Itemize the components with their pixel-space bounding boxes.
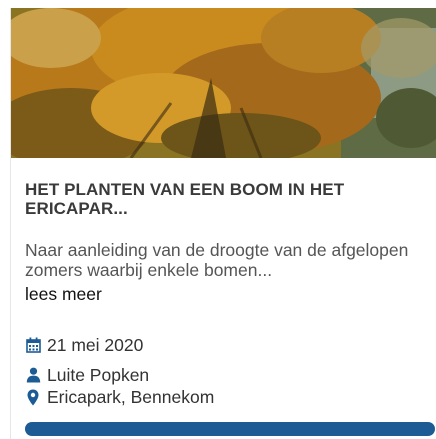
card-action-bar[interactable] [25,422,435,436]
event-excerpt: Naar aanleiding van de droogte van de af… [25,240,409,280]
event-image[interactable] [11,8,436,158]
autumn-tree-photo [11,8,436,158]
person-icon [25,366,41,384]
event-author-text: Luite Popken [47,365,150,385]
map-pin-icon [25,388,41,406]
event-title[interactable]: HET PLANTEN VAN EEN BOOM IN HET ERICAPAR… [25,180,425,218]
event-author: Luite Popken [25,364,149,386]
event-date-text: 21 mei 2020 [47,335,144,355]
calendar-icon [25,336,41,354]
event-card: HET PLANTEN VAN EEN BOOM IN HET ERICAPAR… [10,8,436,439]
read-more-link[interactable]: lees meer [25,284,102,304]
event-location: Ericapark, Bennekom [25,386,214,408]
event-date: 21 mei 2020 [25,334,143,356]
event-location-text: Ericapark, Bennekom [47,387,215,407]
